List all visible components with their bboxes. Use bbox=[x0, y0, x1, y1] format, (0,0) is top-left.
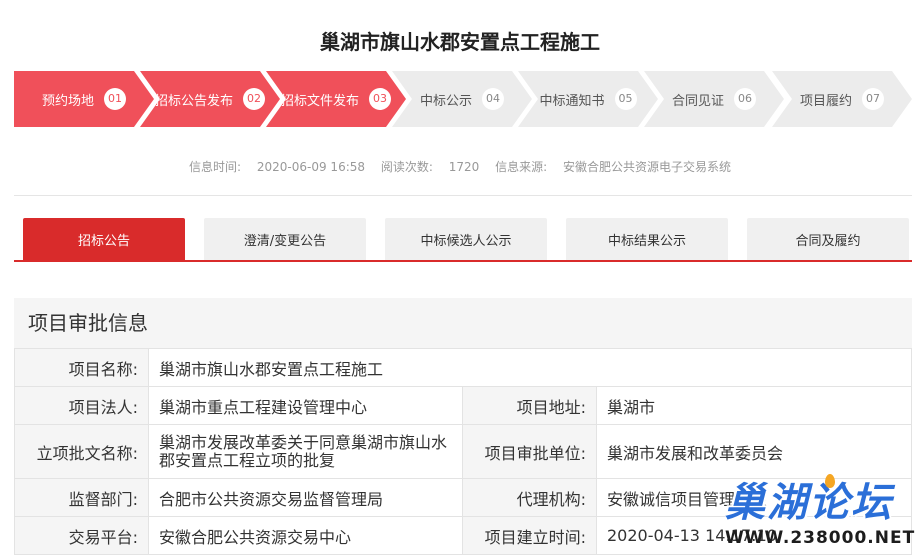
step-label: 招标文件发布 bbox=[280, 93, 359, 109]
watermark-url: WWW.238000.NET bbox=[725, 528, 916, 548]
step-label: 项目履约 bbox=[799, 93, 852, 109]
created-time-label: 项目建立时间: bbox=[462, 516, 597, 555]
tab-candidates[interactable]: 中标候选人公示 bbox=[385, 218, 547, 260]
approval-doc-value: 巢湖市发展改革委关于同意巢湖市旗山水郡安置点工程立项的批复 bbox=[148, 424, 463, 479]
step-number: 02 bbox=[243, 88, 265, 110]
approval-unit-label: 项目审批单位: bbox=[462, 424, 597, 479]
step-number: 05 bbox=[614, 88, 637, 110]
step-number: 04 bbox=[482, 88, 504, 110]
step-number: 01 bbox=[104, 88, 126, 110]
progress-steps: 预约场地 01 招标公告发布 02 招标文件发布 03 中标公示 04 中标通知… bbox=[14, 71, 912, 127]
info-source-label: 信息来源: bbox=[495, 160, 548, 174]
watermark-logo: 巢湖论坛 WWW.238000.NET bbox=[725, 470, 915, 556]
info-bar: 信息时间: 2020-06-09 16:58 阅读次数: 1720 信息来源: … bbox=[0, 158, 920, 175]
step-label: 招标公告发布 bbox=[154, 93, 233, 109]
approval-doc-label: 立项批文名称: bbox=[14, 424, 149, 479]
tab-bar: 招标公告 澄清/变更公告 中标候选人公示 中标结果公示 合同及履约 bbox=[14, 218, 912, 262]
legal-person-value: 巢湖市重点工程建设管理中心 bbox=[148, 386, 463, 425]
tab-results[interactable]: 中标结果公示 bbox=[566, 218, 728, 260]
section-title: 项目审批信息 bbox=[14, 298, 912, 348]
step-number: 03 bbox=[369, 88, 391, 110]
tab-clarification[interactable]: 澄清/变更公告 bbox=[204, 218, 366, 260]
supervisor-value: 合肥市公共资源交易监督管理局 bbox=[148, 478, 463, 517]
platform-label: 交易平台: bbox=[14, 516, 149, 555]
step-label: 中标通知书 bbox=[539, 93, 605, 109]
supervisor-label: 监督部门: bbox=[14, 478, 149, 517]
step-6[interactable]: 合同见证 06 bbox=[644, 71, 784, 127]
table-row: 项目法人: 巢湖市重点工程建设管理中心 项目地址: 巢湖市 bbox=[14, 386, 912, 425]
step-number: 07 bbox=[862, 88, 884, 110]
page-title: 巢湖市旗山水郡安置点工程施工 bbox=[320, 30, 600, 54]
step-label: 预约场地 bbox=[41, 93, 94, 109]
info-reads-value: 1720 bbox=[448, 160, 480, 174]
step-7[interactable]: 项目履约 07 bbox=[772, 71, 912, 127]
address-label: 项目地址: bbox=[462, 386, 597, 425]
step-label: 合同见证 bbox=[671, 93, 724, 109]
table-row: 项目名称: 巢湖市旗山水郡安置点工程施工 bbox=[14, 348, 912, 387]
flame-icon bbox=[825, 474, 835, 488]
step-3[interactable]: 招标文件发布 03 bbox=[266, 71, 406, 127]
info-source-value: 安徽合肥公共资源电子交易系统 bbox=[562, 160, 731, 174]
tab-contract[interactable]: 合同及履约 bbox=[747, 218, 909, 260]
legal-person-label: 项目法人: bbox=[14, 386, 149, 425]
step-1[interactable]: 预约场地 01 bbox=[14, 71, 154, 127]
info-reads-label: 阅读次数: bbox=[380, 160, 433, 174]
step-2[interactable]: 招标公告发布 02 bbox=[140, 71, 280, 127]
step-number: 06 bbox=[734, 88, 756, 110]
divider bbox=[14, 195, 912, 196]
info-time-label: 信息时间: bbox=[189, 160, 242, 174]
agency-label: 代理机构: bbox=[462, 478, 597, 517]
project-name-label: 项目名称: bbox=[14, 348, 149, 387]
tab-bid-announcement[interactable]: 招标公告 bbox=[23, 218, 185, 260]
info-time-value: 2020-06-09 16:58 bbox=[256, 160, 366, 174]
address-value: 巢湖市 bbox=[596, 386, 912, 425]
platform-value: 安徽合肥公共资源交易中心 bbox=[148, 516, 463, 555]
step-5[interactable]: 中标通知书 05 bbox=[518, 71, 658, 127]
watermark-text: 巢湖论坛 bbox=[725, 480, 893, 526]
step-4[interactable]: 中标公示 04 bbox=[392, 71, 532, 127]
project-name-value: 巢湖市旗山水郡安置点工程施工 bbox=[148, 348, 912, 387]
step-label: 中标公示 bbox=[419, 93, 472, 109]
